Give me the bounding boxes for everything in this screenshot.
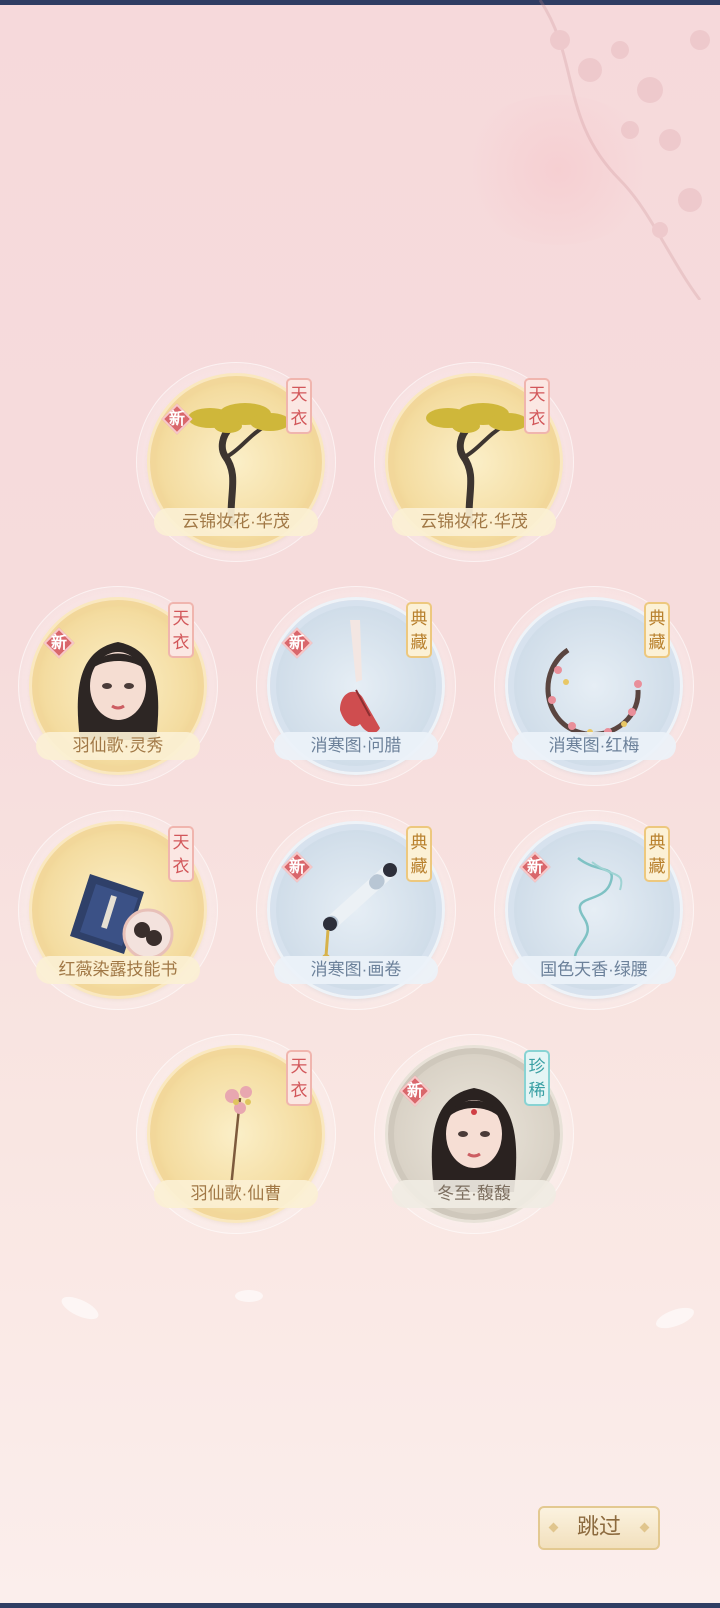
floating-petal [653, 1303, 697, 1333]
new-badge: 新 [43, 627, 75, 659]
reward-item[interactable]: 新 典藏 国色天香·绿腰 [494, 810, 694, 1010]
reward-item[interactable]: 新 珍稀 冬至·馥馥 [374, 1034, 574, 1234]
background-wisteria-branch [538, 0, 710, 300]
new-badge: 新 [161, 403, 193, 435]
new-badge: 新 [519, 851, 551, 883]
rarity-tag: 天衣 [524, 378, 550, 434]
rarity-tag: 典藏 [406, 826, 432, 882]
reward-item[interactable]: 新 典藏 消寒图·画卷 [256, 810, 456, 1010]
item-name: 羽仙歌·仙曹 [154, 1180, 318, 1208]
rarity-tag: 珍稀 [524, 1050, 550, 1106]
skip-button[interactable]: 跳过 [538, 1506, 660, 1550]
item-name: 羽仙歌·灵秀 [36, 732, 200, 760]
item-name: 冬至·馥馥 [392, 1180, 556, 1208]
new-badge: 新 [281, 627, 313, 659]
floating-petal [58, 1292, 102, 1324]
item-name: 消寒图·画卷 [274, 956, 438, 984]
rarity-tag: 典藏 [644, 826, 670, 882]
diamond-ornament-icon [548, 1522, 559, 1533]
rarity-tag: 天衣 [286, 1050, 312, 1106]
item-name: 消寒图·红梅 [512, 732, 676, 760]
item-name: 消寒图·问腊 [274, 732, 438, 760]
diamond-ornament-icon [639, 1522, 650, 1533]
new-badge: 新 [399, 1075, 431, 1107]
rarity-tag: 天衣 [286, 378, 312, 434]
reward-item[interactable]: 典藏 消寒图·红梅 [494, 586, 694, 786]
item-name: 云锦妆花·华茂 [392, 508, 556, 536]
bottom-edge-bar [0, 1603, 720, 1608]
floating-petal [235, 1290, 263, 1302]
reward-item[interactable]: 新 天衣 云锦妆花·华茂 [136, 362, 336, 562]
item-name: 国色天香·绿腰 [512, 956, 676, 984]
item-name: 云锦妆花·华茂 [154, 508, 318, 536]
reward-item[interactable]: 新 天衣 羽仙歌·灵秀 [18, 586, 218, 786]
rarity-tag: 典藏 [406, 602, 432, 658]
rarity-tag: 典藏 [644, 602, 670, 658]
rarity-tag: 天衣 [168, 602, 194, 658]
reward-item[interactable]: 天衣 红薇染露技能书 [18, 810, 218, 1010]
rarity-tag: 天衣 [168, 826, 194, 882]
reward-item[interactable]: 天衣 云锦妆花·华茂 [374, 362, 574, 562]
item-name: 红薇染露技能书 [36, 956, 200, 984]
reward-item[interactable]: 新 典藏 消寒图·问腊 [256, 586, 456, 786]
new-badge: 新 [281, 851, 313, 883]
reward-item[interactable]: 天衣 羽仙歌·仙曹 [136, 1034, 336, 1234]
